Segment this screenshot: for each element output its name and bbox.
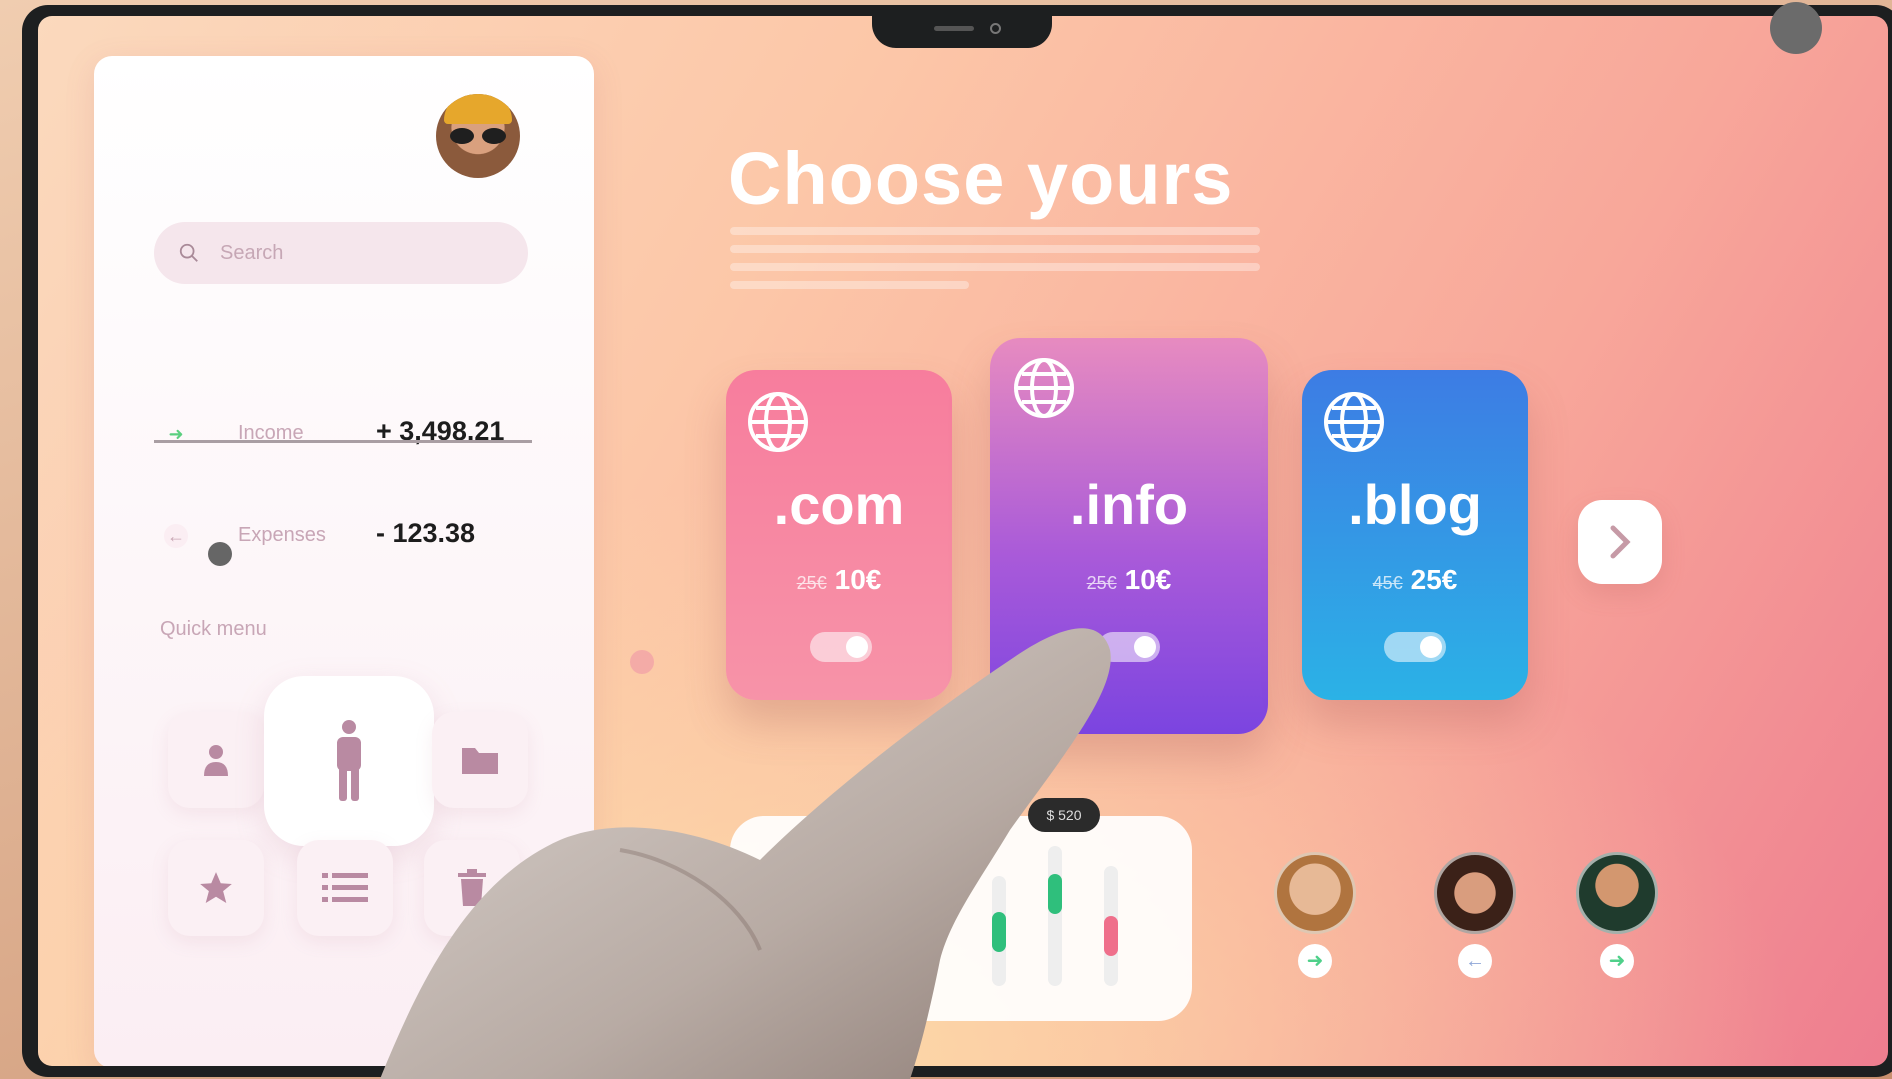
- star-button[interactable]: [168, 840, 264, 936]
- trash-button[interactable]: [424, 840, 520, 936]
- domain-tld: .com: [773, 473, 905, 536]
- domain-price: 25€ 10€: [726, 564, 952, 596]
- search-placeholder: Search: [220, 242, 284, 264]
- folder-button[interactable]: [432, 712, 528, 808]
- bar-fill: [1104, 916, 1118, 956]
- cursor-dot: [208, 542, 232, 566]
- chevron-right-icon: [1610, 525, 1631, 559]
- camera-notch: [872, 10, 1052, 48]
- avatar[interactable]: [1434, 852, 1516, 934]
- new-price: 25€: [1410, 564, 1458, 595]
- arrow-left-icon: ←: [164, 524, 188, 548]
- new-price: 10€: [834, 564, 882, 595]
- bar-track: [1048, 846, 1062, 986]
- globe-icon: [748, 392, 808, 452]
- domain-card-info[interactable]: .info 25€ 10€: [990, 338, 1268, 734]
- divider: [154, 440, 532, 443]
- trash-icon: [458, 869, 486, 906]
- avatar[interactable]: [1576, 852, 1658, 934]
- arrow-left-icon[interactable]: ←: [1458, 944, 1492, 978]
- next-button[interactable]: [1578, 500, 1662, 584]
- folder-icon: [462, 748, 498, 774]
- domain-price: 45€ 25€: [1302, 564, 1528, 596]
- page-title: Choose yours: [728, 137, 1234, 220]
- arrow-right-icon[interactable]: ➜: [1298, 944, 1332, 978]
- avatar[interactable]: [436, 94, 520, 178]
- camera-icon: [990, 23, 1001, 34]
- income-row: ➜ Income + 3,498.21: [154, 414, 534, 454]
- search-input[interactable]: Search: [154, 222, 528, 284]
- hat-shape: [444, 94, 512, 124]
- photo-stage: Search ➜ Income + 3,498.21 ← Expenses - …: [0, 0, 1892, 1079]
- expenses-label: Expenses: [238, 524, 326, 546]
- globe-icon: [1324, 392, 1384, 452]
- speaker-bar: [934, 26, 974, 31]
- arrow-right-icon[interactable]: ➜: [1600, 944, 1634, 978]
- domain-card-com[interactable]: .com 25€ 10€: [726, 370, 952, 700]
- domain-toggle[interactable]: [1098, 632, 1160, 662]
- person-button[interactable]: [264, 676, 434, 846]
- old-price: 45€: [1372, 573, 1403, 593]
- expenses-value: - 123.38: [376, 518, 476, 548]
- sidebar: Search ➜ Income + 3,498.21 ← Expenses - …: [94, 56, 594, 1066]
- description-placeholder: [730, 221, 1260, 289]
- domain-toggle[interactable]: [810, 632, 872, 662]
- cursor-dot: [1770, 2, 1822, 54]
- domain-toggle[interactable]: [1384, 632, 1446, 662]
- list-icon: [322, 873, 368, 902]
- user-button[interactable]: [168, 712, 264, 808]
- person-icon: [337, 720, 361, 801]
- bar-fill: [1048, 874, 1062, 914]
- bar-fill: [992, 912, 1006, 952]
- old-price: 25€: [1086, 573, 1117, 593]
- domain-card-blog[interactable]: .blog 45€ 25€: [1302, 370, 1528, 700]
- chart-tooltip: $ 520: [1028, 798, 1100, 832]
- stats-panel: [730, 816, 1192, 1021]
- user-icon: [204, 745, 228, 776]
- glasses-shape: [450, 128, 506, 144]
- avatar[interactable]: [1274, 852, 1356, 934]
- decorative-dot: [630, 650, 654, 674]
- domain-tld: .info: [1069, 473, 1189, 536]
- new-price: 10€: [1124, 564, 1172, 595]
- list-button[interactable]: [297, 840, 393, 936]
- domain-tld: .blog: [1348, 473, 1482, 536]
- search-icon: [179, 243, 198, 262]
- star-icon: [200, 872, 232, 904]
- old-price: 25€: [796, 573, 827, 593]
- globe-icon: [1014, 358, 1074, 418]
- domain-price: 25€ 10€: [990, 564, 1268, 596]
- quick-menu-label: Quick menu: [160, 618, 267, 640]
- screen: Search ➜ Income + 3,498.21 ← Expenses - …: [38, 16, 1888, 1066]
